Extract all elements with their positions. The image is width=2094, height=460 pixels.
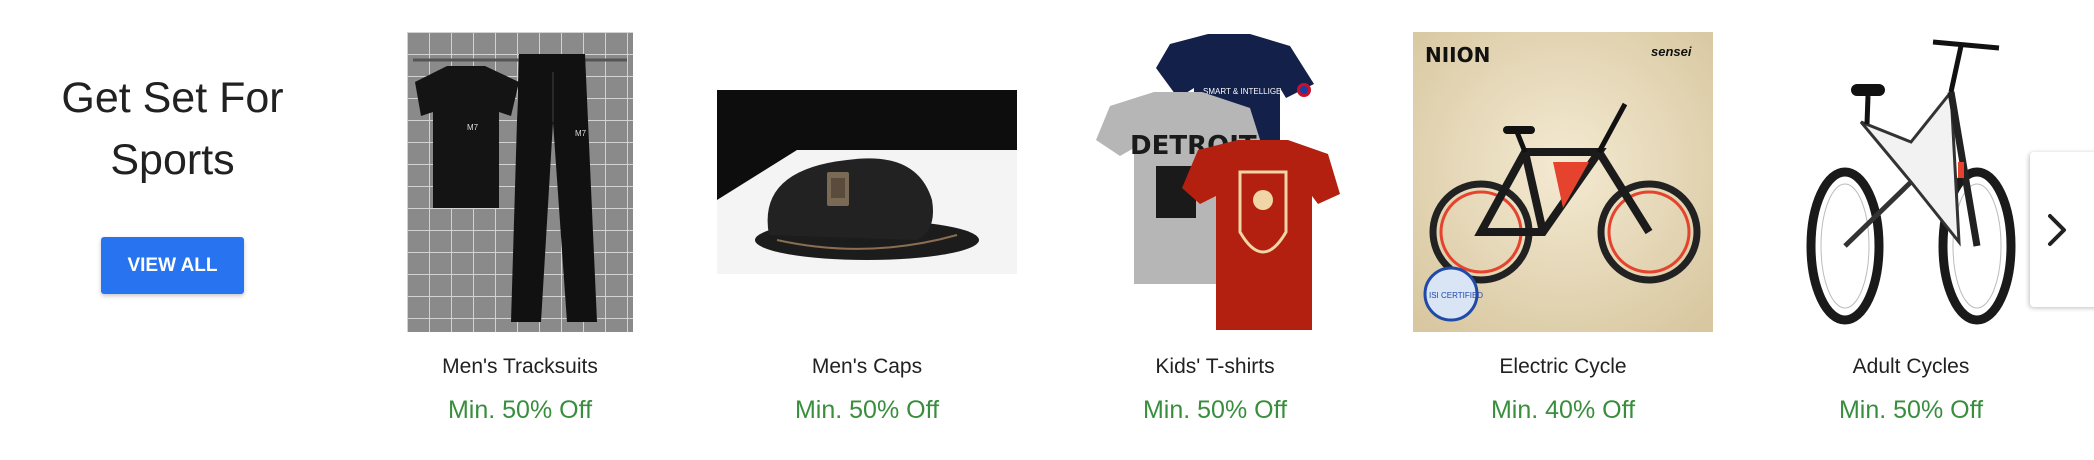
tracksuit-image: M7 M7 [407, 32, 633, 332]
product-card-kids-tshirts[interactable]: SMART & INTELLIGE DETROIT Kids' T-shirts… [1065, 0, 1365, 460]
product-name: Men's Tracksuits [442, 355, 598, 378]
tshirt-print-text: SMART & INTELLIGE [1203, 87, 1281, 96]
product-card-electric-cycle[interactable]: NIION sensei ISI CERTIFIED Electric Cycl… [1413, 0, 1713, 460]
badge-text: ISI CERTIFIED [1429, 291, 1483, 300]
svg-text:M7: M7 [575, 129, 587, 138]
product-image: SMART & INTELLIGE DETROIT [1065, 32, 1365, 332]
section-title: Get Set For Sports [61, 74, 284, 184]
brand-text: NIION [1425, 43, 1490, 67]
carousel-next-button[interactable] [2030, 152, 2094, 307]
product-image [717, 32, 1017, 332]
product-name: Men's Caps [811, 355, 923, 378]
product-image [1761, 32, 2061, 332]
product-offer: Min. 50% Off [447, 396, 593, 424]
tshirts-image: SMART & INTELLIGE DETROIT [1096, 34, 1340, 330]
electric-cycle-image: NIION sensei ISI CERTIFIED [1413, 32, 1713, 332]
product-card-caps[interactable]: Men's Caps Min. 50% Off [717, 0, 1017, 460]
product-card-adult-cycles[interactable]: Adult Cycles Min. 50% Off [1761, 0, 2061, 460]
product-name: Kids' T-shirts [1155, 355, 1275, 378]
view-all-button[interactable]: VIEW ALL [101, 237, 244, 294]
product-name: Electric Cycle [1499, 355, 1627, 378]
product-image: NIION sensei ISI CERTIFIED [1413, 32, 1713, 332]
svg-text:M7: M7 [467, 123, 479, 132]
product-offer: Min. 50% Off [1142, 396, 1288, 424]
product-offer: Min. 40% Off [1490, 396, 1636, 424]
promo-panel: Get Set For Sports VIEW ALL [0, 0, 345, 460]
chevron-right-icon [2048, 213, 2066, 246]
cap-image [717, 90, 1017, 274]
product-card-tracksuits[interactable]: M7 M7 Men's Tracksuits Min. 50% Off [370, 0, 670, 460]
brand-text: sensei [1651, 44, 1692, 59]
product-offer: Min. 50% Off [1838, 396, 1984, 424]
product-image: M7 M7 [370, 32, 670, 332]
product-name: Adult Cycles [1852, 355, 1970, 378]
adult-cycle-image [1801, 32, 2021, 332]
product-offer: Min. 50% Off [794, 396, 940, 424]
